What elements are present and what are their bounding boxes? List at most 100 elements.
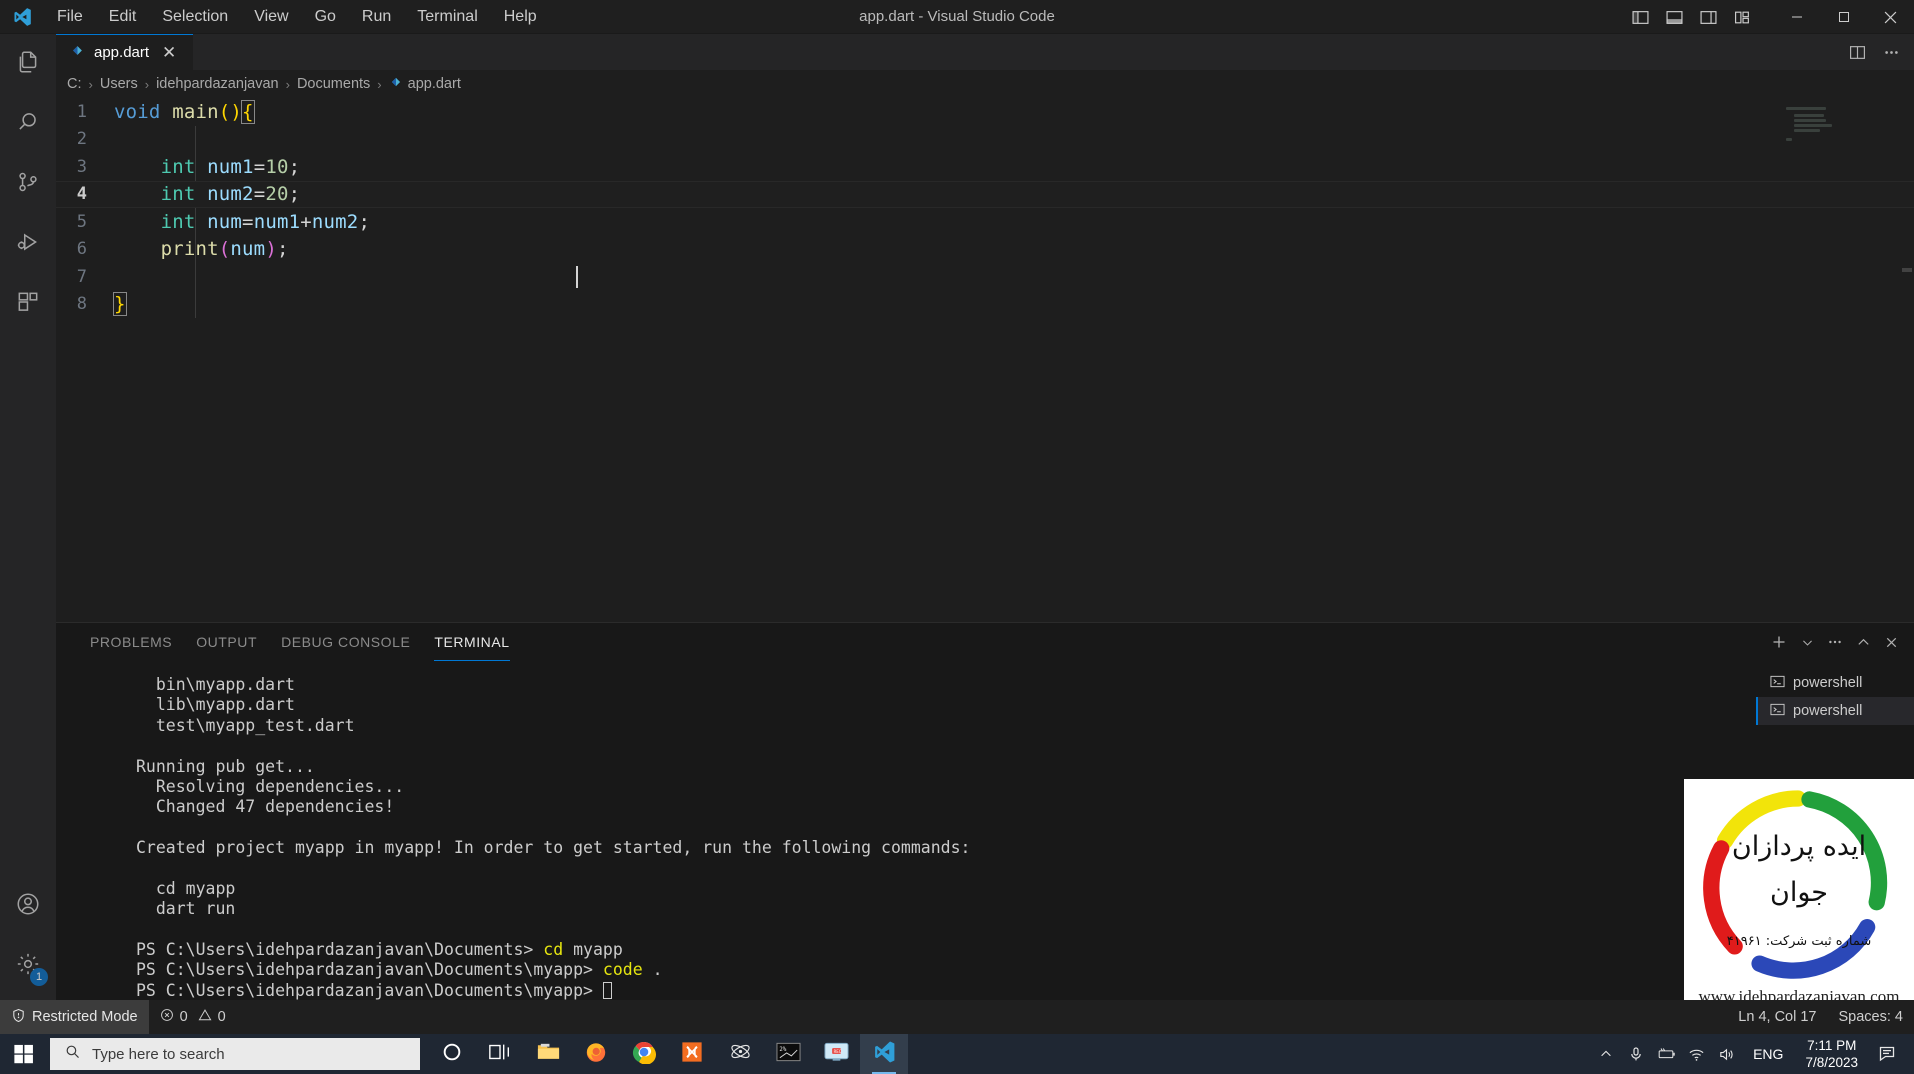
clock[interactable]: 7:11 PM 7/8/2023 — [1795, 1037, 1868, 1071]
code-line[interactable]: 1 void main(){ — [56, 98, 1914, 126]
line-number: 7 — [76, 266, 87, 287]
show-hidden-icons-chevron-up-icon[interactable] — [1591, 1034, 1621, 1074]
toggle-secondary-sidebar-icon[interactable] — [1691, 0, 1725, 34]
terminal-icon — [1770, 674, 1785, 693]
terminal-line: PS C:\Users\idehpardazanjavan\Documents\… — [136, 981, 1756, 1001]
tab-problems[interactable]: PROBLEMS — [78, 623, 184, 661]
maximize-button[interactable] — [1820, 0, 1867, 34]
sidebar-item-search[interactable] — [0, 94, 56, 154]
menu-selection[interactable]: Selection — [149, 4, 241, 30]
menu-edit[interactable]: Edit — [96, 4, 150, 30]
battery-charging-icon[interactable] — [1651, 1034, 1681, 1074]
breadcrumb-separator: › — [285, 76, 290, 92]
code-line[interactable]: 6 print(num); — [56, 236, 1914, 264]
code-line[interactable]: 4 int num2=20; — [56, 180, 1914, 208]
manage-badge: 1 — [30, 968, 48, 986]
menu-file[interactable]: File — [44, 4, 96, 30]
status-cursor-position[interactable]: Ln 4, Col 17 — [1727, 1000, 1827, 1034]
wifi-icon[interactable] — [1681, 1034, 1711, 1074]
panel-ellipsis-icon[interactable] — [1822, 629, 1848, 655]
menu-run[interactable]: Run — [349, 4, 404, 30]
sidebar-item-extensions[interactable] — [0, 274, 56, 334]
code-line[interactable]: 8} — [56, 291, 1914, 319]
taskbar-task-view[interactable] — [476, 1034, 524, 1074]
new-terminal-plus-icon[interactable] — [1766, 629, 1792, 655]
minimap[interactable] — [1780, 98, 1900, 622]
split-editor-icon[interactable] — [1842, 37, 1872, 67]
taskbar-command-prompt[interactable]: 2% — [764, 1034, 812, 1074]
menu-terminal[interactable]: Terminal — [404, 4, 490, 30]
tab-app-dart[interactable]: app.dart ✕ — [56, 34, 194, 70]
terminal-output[interactable]: bin\myapp.dart lib\myapp.dart test\myapp… — [56, 661, 1756, 1001]
menu-go[interactable]: Go — [302, 4, 349, 30]
taskbar-xampp[interactable] — [668, 1034, 716, 1074]
taskbar-chrome[interactable] — [620, 1034, 668, 1074]
line-number: 1 — [76, 101, 87, 122]
task-view-icon — [488, 1041, 512, 1068]
sidebar-item-accounts[interactable] — [0, 876, 56, 936]
terminal-line: Resolving dependencies... — [136, 776, 405, 796]
activity-bar: 1 — [0, 34, 56, 1010]
chevron-down-icon[interactable] — [1794, 629, 1820, 655]
code-text: int num2=20; — [160, 183, 301, 206]
breadcrumb-item-documents[interactable]: Documents — [295, 76, 372, 92]
terminal-line: Running pub get... — [136, 756, 315, 776]
close-icon[interactable]: ✕ — [158, 42, 180, 63]
taskbar-screen-recorder[interactable]: REC — [812, 1034, 860, 1074]
tab-debug-console[interactable]: DEBUG CONSOLE — [269, 623, 422, 661]
terminal-instance-1[interactable]: powershell — [1756, 669, 1914, 697]
volume-icon[interactable] — [1711, 1034, 1741, 1074]
microphone-icon[interactable] — [1621, 1034, 1651, 1074]
tab-output[interactable]: OUTPUT — [184, 623, 269, 661]
menu-help[interactable]: Help — [491, 4, 550, 30]
taskbar-visual-studio-code[interactable] — [860, 1034, 908, 1074]
breadcrumb-item-user[interactable]: idehpardazanjavan — [154, 76, 281, 92]
taskbar-atom[interactable] — [716, 1034, 764, 1074]
taskbar-cortana[interactable] — [428, 1034, 476, 1074]
start-button[interactable] — [0, 1034, 48, 1074]
code-lines: 1 void main(){2 3 int num1=10; 4 int num2=2… — [56, 98, 1914, 318]
sidebar-item-explorer[interactable] — [0, 34, 56, 94]
menu-bar: File Edit Selection View Go Run Terminal… — [44, 4, 550, 30]
breadcrumb-item-file[interactable]: app.dart — [387, 75, 463, 93]
taskbar-file-explorer[interactable] — [524, 1034, 572, 1074]
close-panel-icon[interactable] — [1878, 629, 1904, 655]
customize-layout-icon[interactable] — [1725, 0, 1759, 34]
toggle-panel-icon[interactable] — [1657, 0, 1691, 34]
tab-terminal[interactable]: TERMINAL — [422, 623, 521, 661]
breadcrumb-item-drive[interactable]: C: — [65, 76, 84, 92]
close-button[interactable] — [1867, 0, 1914, 34]
folder-icon — [536, 1041, 561, 1068]
sidebar-item-manage[interactable]: 1 — [0, 936, 56, 996]
terminal-line: PS C:\Users\idehpardazanjavan\Documents\… — [136, 960, 663, 980]
status-indentation[interactable]: Spaces: 4 — [1828, 1000, 1914, 1034]
code-line[interactable]: 7 — [56, 263, 1914, 291]
minimize-button[interactable] — [1773, 0, 1820, 34]
terminal-instance-2[interactable]: powershell — [1756, 697, 1914, 725]
error-icon — [160, 1008, 174, 1026]
status-problems[interactable]: 0 0 — [149, 1000, 237, 1034]
toggle-primary-sidebar-icon[interactable] — [1623, 0, 1657, 34]
account-icon — [15, 891, 41, 922]
chevron-up-icon[interactable] — [1850, 629, 1876, 655]
breadcrumb-item-users[interactable]: Users — [98, 76, 140, 92]
terminal-icon — [1770, 702, 1785, 721]
line-number: 3 — [76, 156, 87, 177]
language-indicator[interactable]: ENG — [1741, 1046, 1795, 1062]
taskbar-firefox[interactable] — [572, 1034, 620, 1074]
sidebar-item-run-and-debug[interactable] — [0, 214, 56, 274]
code-line[interactable]: 2 — [56, 126, 1914, 154]
sidebar-item-source-control[interactable] — [0, 154, 56, 214]
more-actions-ellipsis-icon[interactable] — [1876, 37, 1906, 67]
line-number: 4 — [76, 184, 87, 205]
menu-view[interactable]: View — [241, 4, 301, 30]
code-text: print(num); — [160, 238, 289, 261]
notifications-icon[interactable] — [1868, 1034, 1908, 1074]
code-line[interactable]: 5 int num=num1+num2; — [56, 208, 1914, 236]
status-badge-restricted-mode[interactable]: Restricted Mode — [0, 1000, 149, 1034]
code-line[interactable]: 3 int num1=10; — [56, 153, 1914, 181]
taskbar-search[interactable]: Type here to search — [50, 1038, 420, 1070]
code-editor[interactable]: 1 void main(){2 3 int num1=10; 4 int num2=2… — [56, 98, 1914, 622]
